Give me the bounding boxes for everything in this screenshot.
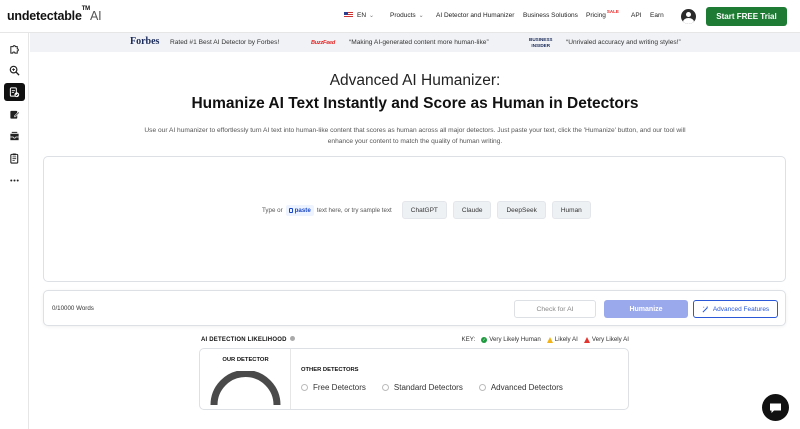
chevron-down-icon: ⌄ [369,13,375,19]
us-flag-icon [344,12,353,18]
sample-deepseek-button[interactable]: DeepSeek [497,201,546,219]
free-detectors-radio[interactable]: Free Detectors [301,383,366,392]
prompt-prefix: Type or [262,206,283,214]
page-subtitle: Humanize AI Text Instantly and Score as … [191,95,639,112]
logo[interactable]: undetectableTMAI [7,5,102,23]
advanced-features-button[interactable]: Advanced Features [693,300,778,318]
key-very-likely-human: ✓ Very Likely Human [481,336,541,343]
document-check-icon[interactable] [4,83,25,101]
chat-widget-button[interactable] [762,394,789,421]
top-navigation: undetectableTMAI EN ⌄ Products ⌄ AI Detect… [0,0,800,33]
inbox-icon[interactable] [4,127,25,145]
nav-pricing-label: Pricing [586,12,606,19]
key-label: KEY: [461,336,476,343]
nav-api[interactable]: API [631,12,641,19]
business-insider-logo-line2: INSIDER [531,42,551,48]
warning-yellow-icon [546,336,553,343]
magnifier-icon[interactable] [4,61,25,79]
business-insider-logo-line1: BUSINESS [529,37,553,42]
radio-circle [381,384,389,391]
prompt-suffix: text here, or try sample text [316,206,392,214]
humanize-button[interactable]: Humanize [604,300,688,318]
nav-pricing[interactable]: PricingSALE [586,9,619,19]
detection-title-label: AI DETECTION LIKELIHOOD [201,337,287,343]
warning-red-icon [583,336,590,343]
sample-claude-button[interactable]: Claude [452,201,492,219]
chat-bubble-icon [770,403,781,413]
sale-badge: SALE [606,9,619,14]
detection-title: AI DETECTION LIKELIHOOD [201,336,295,343]
clipboard-list-icon[interactable] [4,149,25,167]
sidebar [0,33,29,429]
nav-business-solutions[interactable]: Business Solutions [523,12,578,19]
nav-earn[interactable]: Earn [650,12,664,19]
page-description: Use our AI humanizer to effortlessly tur… [144,127,686,145]
advanced-detectors-radio[interactable]: Advanced Detectors [478,383,563,392]
our-detector-panel: OUR DETECTOR [200,349,291,409]
start-free-trial-button[interactable]: Start FREE Trial [706,7,787,26]
clipboard-icon [288,207,293,213]
nav-products[interactable]: Products ⌄ [390,12,424,19]
detector-options: Free Detectors Standard Detectors Advanc… [301,383,579,392]
radio-circle [301,384,308,391]
word-count: 0/10000 Words [52,305,94,312]
magic-wand-icon [702,305,708,312]
check-circle-icon: ✓ [481,336,488,343]
chevron-down-icon: ⌄ [418,13,424,19]
info-icon[interactable] [289,336,295,341]
language-label: EN [357,12,367,19]
other-detectors-title: OTHER DETECTORS [301,367,359,373]
sample-prompt: Type or paste text here, or try sample t… [262,201,591,219]
key-likely-ai-label: Likely AI [554,336,578,343]
key-likely-ai: Likely AI [546,336,578,343]
key-very-likely-ai: Very Likely AI [583,336,629,343]
detection-card: OUR DETECTOR OTHER DETECTORS Free Detect… [199,348,629,410]
advanced-detectors-label: Advanced Detectors [490,383,563,392]
logo-trademark: TM [81,5,90,12]
free-detectors-label: Free Detectors [313,383,366,392]
detection-key: KEY: ✓ Very Likely Human Likely AI Very L… [461,336,629,343]
nav-products-label: Products [390,12,416,19]
advanced-features-label: Advanced Features [712,305,770,313]
nav-ai-detector-humanizer[interactable]: AI Detector and Humanizer [436,12,514,19]
key-very-likely-human-label: Very Likely Human [489,336,541,343]
logo-ai: AI [89,9,102,23]
user-avatar-icon[interactable] [681,9,696,24]
buzzfeed-logo: BuzzFeed [311,40,336,46]
forbes-quote: Rated #1 Best AI Detector by Forbes! [170,39,280,46]
sample-human-button[interactable]: Human [551,201,591,219]
page-title: Advanced AI Humanizer: [329,72,501,89]
press-banner: Forbes Rated #1 Best AI Detector by Forb… [30,33,800,52]
buzzfeed-quote: “Making AI-generated content more human-… [349,39,489,46]
paste-button[interactable]: paste [285,204,314,216]
business-insider-quote: “Unrivaled accuracy and writing styles!” [566,39,681,46]
standard-detectors-label: Standard Detectors [393,383,463,392]
paste-label: paste [294,206,311,214]
our-detector-title: OUR DETECTOR [222,357,269,363]
logo-text: undetectable [7,9,82,23]
forbes-logo: Forbes [130,36,160,47]
check-for-ai-button[interactable]: Check for AI [514,300,596,318]
language-selector[interactable]: EN ⌄ [344,12,374,19]
business-insider-logo: BUSINESS INSIDER [529,37,553,48]
editor-toolbar: 0/10000 Words Check for AI Humanize Adva… [43,290,786,326]
key-very-likely-ai-label: Very Likely AI [591,336,629,343]
radio-circle [478,384,486,391]
standard-detectors-radio[interactable]: Standard Detectors [381,383,463,392]
more-icon[interactable] [4,171,25,189]
text-input-area[interactable]: Type or paste text here, or try sample t… [43,156,786,282]
puzzle-icon[interactable] [4,39,25,57]
sample-chatgpt-button[interactable]: ChatGPT [401,201,447,219]
edit-icon[interactable] [4,105,25,123]
gauge-meter [210,371,281,406]
